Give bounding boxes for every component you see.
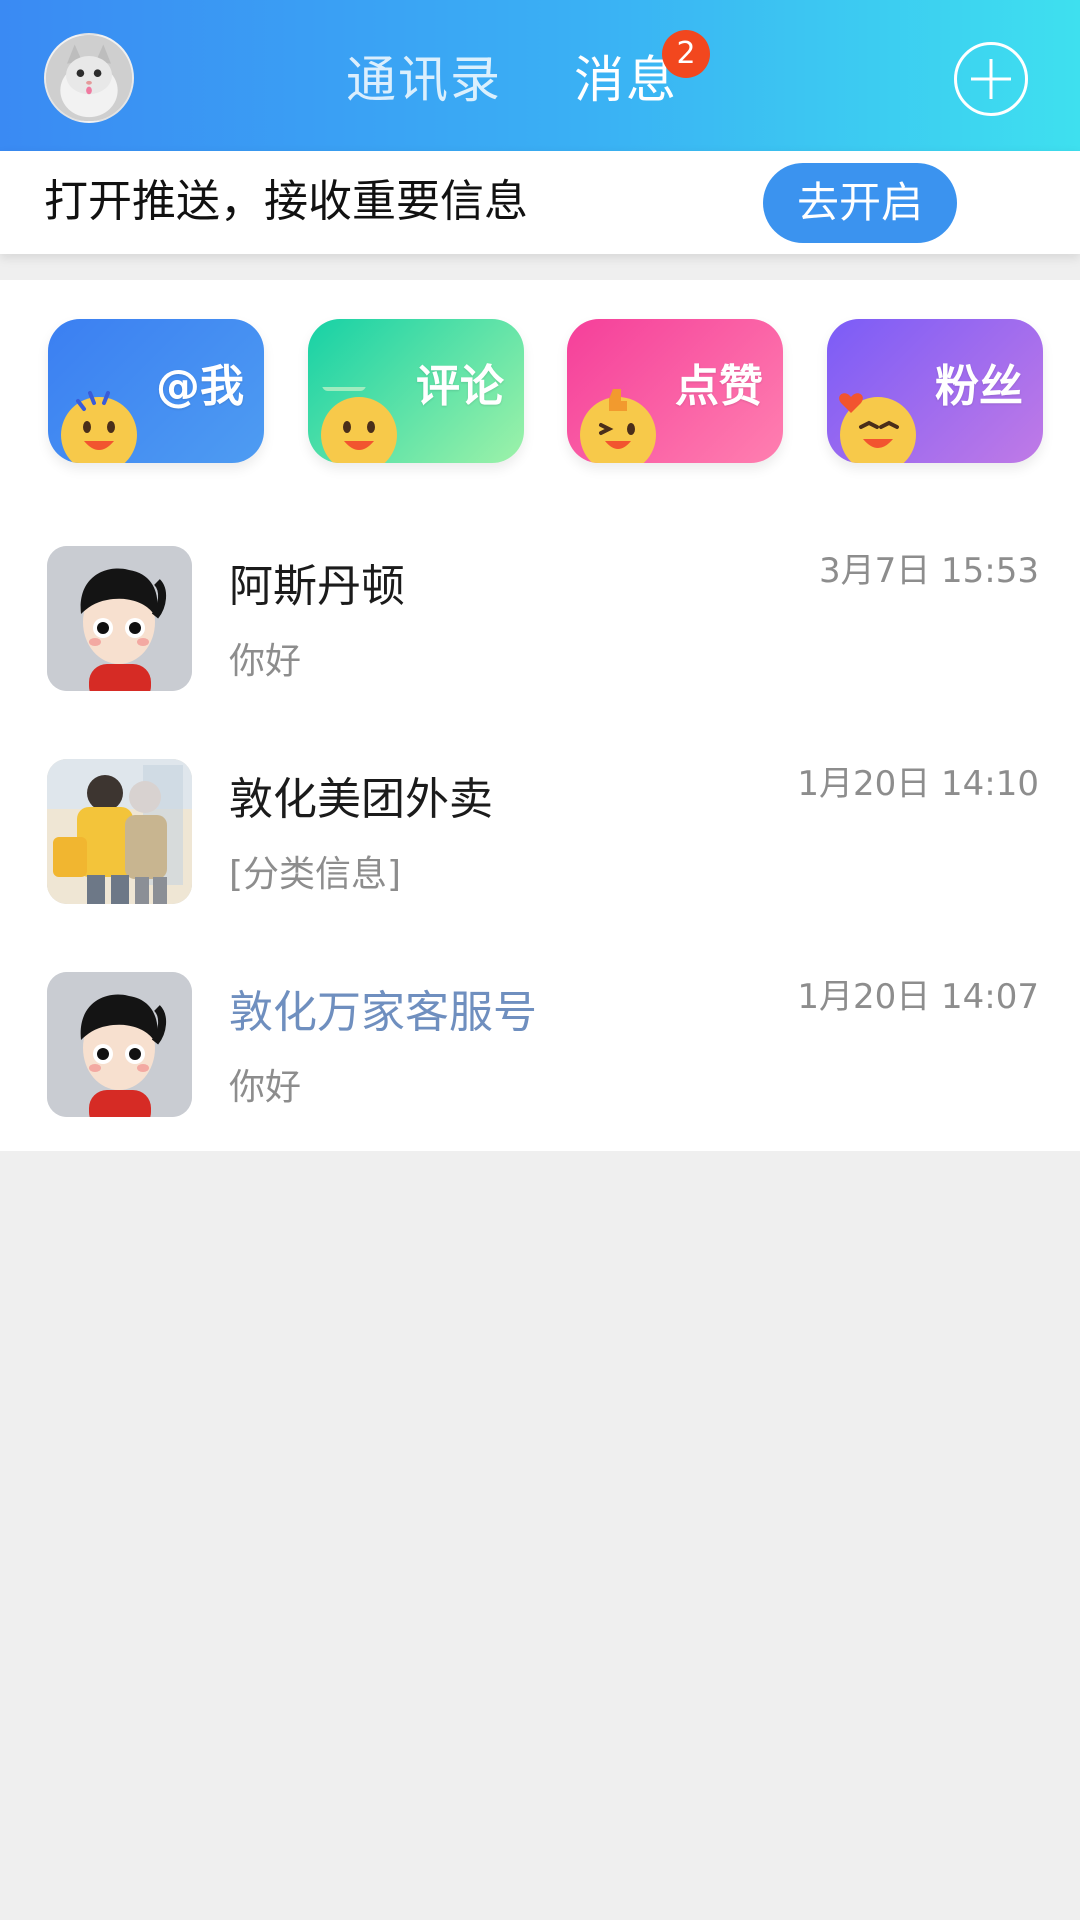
mention-emoji-icon [56,387,142,463]
quick-action-label: @我 [156,361,244,412]
quick-action-label: 粉丝 [935,361,1023,412]
push-banner-text: 打开推送，接收重要信息 [44,176,528,227]
quick-action-fans[interactable]: 粉丝 [827,319,1043,463]
conversation-preview: [分类信息] [229,854,402,895]
user-avatar[interactable] [44,33,134,123]
conversation-time: 1月20日 14:07 [797,977,1039,1017]
quick-action-comment[interactable]: 评论 [308,319,524,463]
conversation-time: 3月7日 15:53 [818,551,1039,591]
quick-action-label: 评论 [416,361,504,412]
conversation-item[interactable]: 阿斯丹顿 你好 3月7日 15:53 [0,546,1080,759]
tab-contacts[interactable]: 通讯录 [346,44,502,116]
conversation-name: 阿斯丹顿 [229,561,405,612]
conversation-name: 敦化美团外卖 [229,774,493,825]
plus-circle-icon[interactable] [954,42,1028,116]
message-list-panel: @我 评论 点赞 粉丝 阿斯丹顿 你好 3月7日 15:53 敦化美团外卖 [分… [0,280,1080,1151]
cat-avatar-icon [46,35,132,121]
conversation-preview: 你好 [229,641,302,682]
cartoon-boy-avatar-icon [47,972,192,1117]
like-emoji-icon [575,387,661,463]
push-notification-banner: 打开推送，接收重要信息 去开启 [0,151,1080,254]
conversation-name: 敦化万家客服号 [229,987,537,1038]
conversation-item[interactable]: 敦化万家客服号 你好 1月20日 14:07 [0,972,1080,1185]
comment-emoji-icon [316,387,402,463]
quick-action-label: 点赞 [675,361,763,412]
quick-action-like[interactable]: 点赞 [567,319,783,463]
delivery-riders-avatar-icon [47,759,192,904]
fans-emoji-icon [835,387,921,463]
quick-action-mention[interactable]: @我 [48,319,264,463]
app-header: 通讯录 消息 2 [0,0,1080,151]
conversation-time: 1月20日 14:10 [797,764,1039,804]
conversation-preview: 你好 [229,1067,302,1108]
conversation-item[interactable]: 敦化美团外卖 [分类信息] 1月20日 14:10 [0,759,1080,972]
unread-count-badge: 2 [662,30,710,78]
enable-push-button[interactable]: 去开启 [763,163,957,243]
cartoon-boy-avatar-icon [47,546,192,691]
